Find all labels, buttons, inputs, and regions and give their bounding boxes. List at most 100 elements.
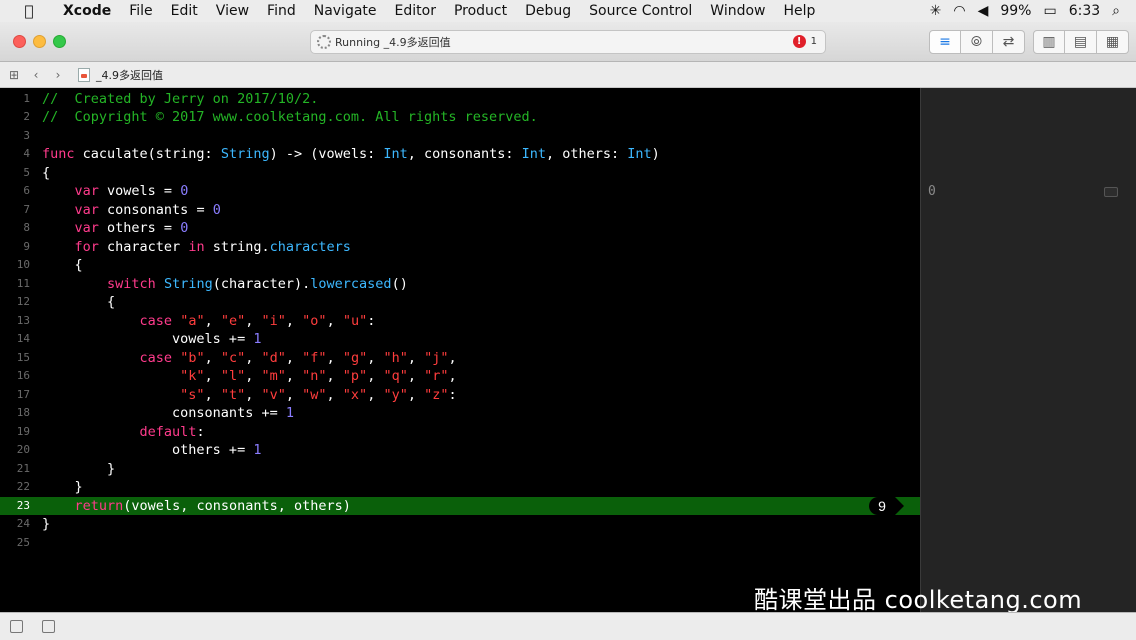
code-text: vowels += 1 bbox=[42, 330, 261, 349]
code-line[interactable]: 5{ bbox=[0, 164, 920, 183]
code-token: , bbox=[245, 368, 262, 384]
code-token: case bbox=[139, 312, 173, 329]
version-editor-icon: ⇄ bbox=[1002, 34, 1015, 50]
code-token: "b" bbox=[180, 349, 205, 366]
line-number: 13 bbox=[16, 313, 30, 327]
show-debug-area-button[interactable] bbox=[10, 620, 23, 633]
menu-edit[interactable]: Edit bbox=[162, 0, 207, 22]
battery-percent: 99% bbox=[1000, 3, 1032, 19]
watermark: 酷课堂出品 coolketang.com bbox=[754, 586, 1083, 614]
version-editor-button[interactable]: ⇄ bbox=[993, 30, 1025, 54]
code-line[interactable]: 9 for character in string.characters bbox=[0, 238, 920, 257]
code-line[interactable]: 11 switch String(character).lowercased() bbox=[0, 275, 920, 294]
menu-bar:  Xcode File Edit View Find Navigate Edi… bbox=[0, 0, 1136, 22]
code-token: 1 bbox=[285, 405, 294, 421]
code-line[interactable]: 1 // Created by Jerry on 2017/10/2. bbox=[0, 90, 920, 109]
menu-product[interactable]: Product bbox=[445, 0, 516, 22]
code-line[interactable]: 4 func caculate(string: String) -> (vowel… bbox=[0, 145, 920, 164]
code-text: } bbox=[42, 460, 115, 479]
code-line[interactable]: 10 { bbox=[0, 256, 920, 275]
code-line[interactable]: 17 "s", "t", "v", "w", "x", "y", "z": bbox=[0, 386, 920, 405]
clock[interactable]: 6:33 bbox=[1069, 3, 1100, 19]
code-line[interactable]: 21 } bbox=[0, 460, 920, 479]
close-window-button[interactable] bbox=[13, 35, 26, 48]
assistant-editor-button[interactable]: ⦾ bbox=[961, 30, 993, 54]
code-token: "y" bbox=[383, 386, 408, 403]
utilities-toggle-button[interactable]: ▦ bbox=[1097, 30, 1129, 54]
battery-icon[interactable]: ▭ bbox=[1043, 3, 1056, 19]
menu-debug[interactable]: Debug bbox=[516, 0, 580, 22]
standard-editor-button[interactable]: ≡ bbox=[929, 30, 961, 54]
menu-source-control[interactable]: Source Control bbox=[580, 0, 701, 22]
code-line[interactable]: 7 var consonants = 0 bbox=[0, 201, 920, 220]
wifi-icon[interactable]: ◠ bbox=[953, 3, 965, 19]
code-text: var others = 0 bbox=[42, 219, 189, 238]
menu-view[interactable]: View bbox=[207, 0, 258, 22]
code-line[interactable]: 3 bbox=[0, 127, 920, 146]
code-line[interactable]: 20 others += 1 bbox=[0, 441, 920, 460]
debug-area-toggle-button[interactable]: ▤ bbox=[1065, 30, 1097, 54]
code-token: others += bbox=[42, 442, 254, 458]
menu-help[interactable]: Help bbox=[775, 0, 825, 22]
quick-look-button[interactable] bbox=[1104, 187, 1118, 197]
code-line[interactable]: 6 var vowels = 0 bbox=[0, 182, 920, 201]
line-number: 19 bbox=[16, 424, 30, 438]
code-line[interactable]: 13 case "a", "e", "i", "o", "u": bbox=[0, 312, 920, 331]
volume-icon[interactable]: ◀ bbox=[978, 3, 989, 19]
forward-icon[interactable]: › bbox=[50, 68, 66, 82]
code-text: case "b", "c", "d", "f", "g", "h", "j", bbox=[42, 349, 457, 368]
menu-editor[interactable]: Editor bbox=[386, 0, 445, 22]
code-line[interactable]: 19 default: bbox=[0, 423, 920, 442]
menu-file[interactable]: File bbox=[120, 0, 161, 22]
code-token: ) -> (vowels: bbox=[269, 146, 384, 162]
code-line[interactable]: 25 bbox=[0, 534, 920, 553]
back-icon[interactable]: ‹ bbox=[28, 68, 44, 82]
code-token: case bbox=[139, 349, 173, 366]
error-indicator[interactable]: ! 1 bbox=[792, 35, 817, 48]
menu-xcode[interactable]: Xcode bbox=[54, 0, 120, 22]
code-text: { bbox=[42, 293, 115, 312]
code-text: "s", "t", "v", "w", "x", "y", "z": bbox=[42, 386, 456, 405]
code-token: "e" bbox=[220, 312, 246, 329]
code-line[interactable]: 16 "k", "l", "m", "n", "p", "q", "r", bbox=[0, 367, 920, 386]
source-editor[interactable]: 1 // Created by Jerry on 2017/10/2. 2 // Co… bbox=[0, 88, 920, 612]
code-token: , bbox=[285, 386, 303, 403]
execution-count-badge[interactable]: 9 bbox=[869, 496, 904, 515]
code-line[interactable]: 24} bbox=[0, 515, 920, 534]
line-number: 11 bbox=[16, 276, 30, 290]
code-token: , bbox=[407, 386, 425, 403]
code-line[interactable]: 18 consonants += 1 bbox=[0, 404, 920, 423]
code-token: "f" bbox=[302, 349, 327, 366]
code-line[interactable]: 14 vowels += 1 bbox=[0, 330, 920, 349]
navigator-toggle-button[interactable]: ▥ bbox=[1033, 30, 1065, 54]
code-token: { bbox=[42, 294, 116, 310]
code-line[interactable]: 8 var others = 0 bbox=[0, 219, 920, 238]
menu-window[interactable]: Window bbox=[701, 0, 774, 22]
code-token: "c" bbox=[220, 349, 246, 366]
code-token: Int bbox=[627, 146, 652, 162]
code-line[interactable]: 23 return(vowels, consonants, others) bbox=[0, 496, 920, 515]
code-line[interactable]: 2 // Copyright © 2017 www.coolketang.com.… bbox=[0, 108, 920, 127]
code-line[interactable]: 12 { bbox=[0, 293, 920, 312]
code-token: , bbox=[407, 368, 425, 384]
code-line[interactable]: 22 } bbox=[0, 478, 920, 497]
menu-find[interactable]: Find bbox=[258, 0, 305, 22]
menu-navigate[interactable]: Navigate bbox=[305, 0, 386, 22]
related-items-icon[interactable]: ⊞ bbox=[6, 68, 22, 82]
stop-playground-button[interactable] bbox=[42, 620, 55, 633]
minimize-window-button[interactable] bbox=[33, 35, 46, 48]
apple-icon[interactable]:  bbox=[20, 2, 38, 20]
code-text: others += 1 bbox=[42, 441, 261, 460]
code-token: character bbox=[98, 238, 189, 255]
code-line[interactable]: 15 case "b", "c", "d", "f", "g", "h", "j… bbox=[0, 349, 920, 368]
bluetooth-icon[interactable]: ✳ bbox=[930, 3, 942, 19]
code-token: 1 bbox=[253, 331, 262, 347]
code-token: switch bbox=[107, 275, 156, 292]
zoom-window-button[interactable] bbox=[53, 35, 66, 48]
breadcrumb-file[interactable]: _4.9多返回值 bbox=[96, 67, 163, 83]
search-icon[interactable]: ⌕ bbox=[1112, 3, 1120, 19]
